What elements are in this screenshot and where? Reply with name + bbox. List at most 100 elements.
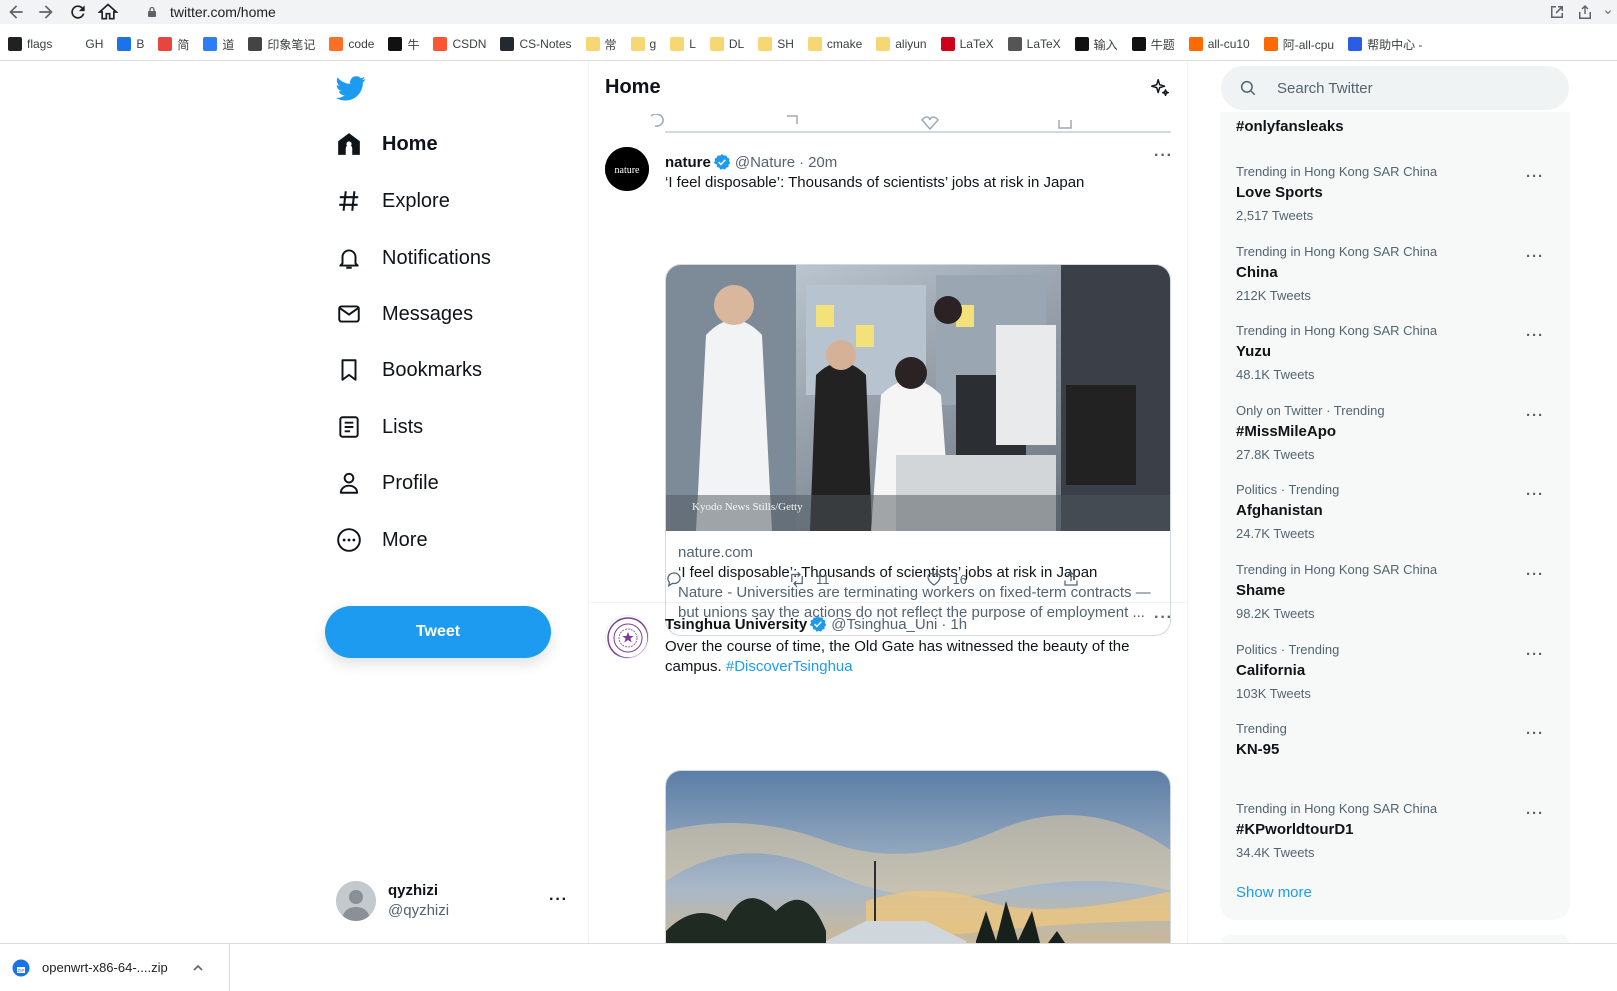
bookmark-item[interactable]: 印象笔记 bbox=[248, 36, 315, 53]
share-tweet-button[interactable] bbox=[1062, 570, 1090, 588]
tweet-timestamp[interactable]: 1h bbox=[950, 616, 967, 633]
trend-item[interactable]: Trending in Hong Kong SAR China China 212K… bbox=[1220, 244, 1570, 324]
nav-notifications[interactable]: Notifications bbox=[336, 238, 491, 278]
reply-button[interactable] bbox=[665, 570, 693, 588]
trend-more-icon[interactable]: ··· bbox=[1526, 248, 1544, 265]
tweet-text: ‘I feel disposable’: Thousands of scient… bbox=[665, 174, 1085, 191]
bookmark-item[interactable]: DL bbox=[709, 37, 744, 51]
account-more-icon[interactable]: ··· bbox=[549, 891, 568, 909]
bookmark-item[interactable]: 道 bbox=[203, 36, 234, 53]
tweet-author-handle[interactable]: @Nature bbox=[735, 154, 795, 171]
trend-more-icon[interactable]: ··· bbox=[1526, 168, 1544, 185]
trend-item[interactable]: Trending in Hong Kong SAR China Shame 98.2… bbox=[1220, 562, 1570, 642]
bookmark-label: all-cu10 bbox=[1207, 37, 1250, 51]
trend-more-icon[interactable]: ··· bbox=[1526, 407, 1544, 424]
trend-more-icon[interactable]: ··· bbox=[1526, 486, 1544, 503]
bookmark-item[interactable]: 简 bbox=[158, 36, 189, 53]
bookmark-item[interactable]: cmake bbox=[807, 37, 862, 51]
tweet-timestamp[interactable]: 20m bbox=[808, 154, 837, 171]
bookmark-item[interactable]: all-cu10 bbox=[1188, 37, 1250, 51]
trend-item[interactable]: Politics · Trending California 103K Tweets… bbox=[1220, 642, 1570, 722]
open-external-icon[interactable] bbox=[1548, 3, 1566, 21]
bookmark-item[interactable]: CSDN bbox=[433, 37, 486, 51]
tweet-nature[interactable]: nature nature @Nature · 20m ··· ‘I feel … bbox=[589, 131, 1187, 636]
bookmark-item[interactable]: LaTeX bbox=[1007, 37, 1061, 51]
bookmark-item[interactable]: 输入 bbox=[1074, 36, 1118, 53]
download-item[interactable]: ZIP openwrt-x86-64-....zip bbox=[0, 944, 230, 991]
bookmark-item[interactable]: GH bbox=[66, 37, 103, 51]
tweet-author-handle[interactable]: @Tsinghua_Uni bbox=[831, 616, 937, 633]
show-more-link[interactable]: Show more bbox=[1236, 884, 1312, 901]
bookmark-item[interactable]: aliyun bbox=[876, 37, 927, 51]
search-input[interactable] bbox=[1277, 79, 1557, 97]
bookmark-item[interactable]: 牛题 bbox=[1131, 36, 1175, 53]
chevron-up-icon[interactable] bbox=[192, 962, 204, 974]
hashtag-link[interactable]: #DiscoverTsinghua bbox=[726, 658, 853, 675]
tweet-separator: · bbox=[941, 615, 947, 633]
trend-context: Trending bbox=[1236, 721, 1287, 737]
bookmark-icon bbox=[585, 37, 600, 51]
nav-bookmarks[interactable]: Bookmarks bbox=[336, 350, 482, 390]
nav-home[interactable]: Home bbox=[336, 124, 438, 164]
tweet-button[interactable]: Tweet bbox=[325, 606, 551, 658]
trend-more-icon[interactable]: ··· bbox=[1526, 805, 1544, 822]
bookmark-item[interactable]: 阿-all-cpu bbox=[1263, 36, 1334, 53]
tweet-photo[interactable] bbox=[665, 770, 1171, 943]
reload-icon[interactable] bbox=[68, 2, 88, 22]
tweet-tsinghua[interactable]: Tsinghua University @Tsinghua_Uni · 1h ·… bbox=[589, 603, 1187, 943]
nav-explore[interactable]: Explore bbox=[336, 181, 450, 221]
bookmark-item[interactable]: g bbox=[630, 37, 656, 51]
forward-arrow-icon[interactable] bbox=[36, 2, 56, 22]
trend-item[interactable]: Trending in Hong Kong SAR China Yuzu 48.1K… bbox=[1220, 323, 1570, 403]
nav-more[interactable]: More bbox=[336, 520, 428, 560]
link-card[interactable] bbox=[665, 131, 1171, 133]
bookmark-item[interactable]: code bbox=[329, 37, 374, 51]
trend-more-icon[interactable]: ··· bbox=[1526, 327, 1544, 344]
bookmark-item[interactable]: 常 bbox=[585, 36, 617, 53]
trend-more-icon[interactable]: ··· bbox=[1526, 725, 1544, 742]
trend-item[interactable]: Politics · Trending Afghanistan 24.7K Twee… bbox=[1220, 482, 1570, 562]
timeline-header: Home bbox=[589, 61, 1187, 114]
bookmark-icon bbox=[433, 37, 448, 51]
bookmark-item[interactable]: 牛 bbox=[388, 36, 419, 53]
bookmark-item[interactable]: SH bbox=[758, 37, 794, 51]
like-button[interactable]: 16 bbox=[925, 570, 967, 588]
tweet-more-icon[interactable]: ··· bbox=[1154, 609, 1173, 627]
bookmark-item[interactable]: B bbox=[117, 37, 144, 51]
address-bar[interactable]: twitter.com/home bbox=[134, 0, 1520, 23]
tweet-author-name[interactable]: Tsinghua University bbox=[665, 616, 807, 633]
back-arrow-icon[interactable] bbox=[6, 2, 26, 22]
account-switcher[interactable]: qyzhizi @qyzhizi ··· bbox=[336, 877, 568, 925]
tweet-more-icon[interactable]: ··· bbox=[1154, 147, 1173, 165]
trends-panel: #onlyfansleaks Trending in Hong Kong SAR… bbox=[1220, 112, 1570, 920]
bookmark-item[interactable]: L bbox=[670, 37, 696, 51]
trend-name-partial[interactable]: #onlyfansleaks bbox=[1236, 118, 1344, 135]
tsinghua-avatar[interactable] bbox=[605, 615, 649, 659]
trend-item[interactable]: Only on Twitter · Trending #MissMileApo 27… bbox=[1220, 403, 1570, 483]
like-count: 16 bbox=[952, 571, 967, 587]
trend-more-icon[interactable]: ··· bbox=[1526, 646, 1544, 663]
sparkle-icon[interactable] bbox=[1149, 77, 1171, 99]
trend-item[interactable]: Trending KN-95 ··· bbox=[1220, 721, 1570, 801]
trend-more-icon[interactable]: ··· bbox=[1526, 566, 1544, 583]
home-browser-icon[interactable] bbox=[98, 2, 118, 22]
bookmark-item[interactable]: CS-Notes bbox=[500, 37, 572, 51]
nav-lists[interactable]: Lists bbox=[336, 407, 423, 447]
bookmark-item[interactable]: 帮助中心 - bbox=[1348, 36, 1422, 53]
nature-avatar[interactable]: nature bbox=[605, 147, 649, 191]
nav-profile[interactable]: Profile bbox=[336, 463, 439, 503]
twitter-bird-icon[interactable] bbox=[336, 73, 366, 103]
trend-item[interactable]: Trending in Hong Kong SAR China #KPworldt… bbox=[1220, 801, 1570, 881]
nav-messages[interactable]: Messages bbox=[336, 294, 473, 334]
bookmark-icon bbox=[117, 37, 132, 51]
retweet-button[interactable]: 11 bbox=[788, 570, 830, 588]
search-box[interactable] bbox=[1221, 66, 1569, 110]
bookmark-item[interactable]: LaTeX bbox=[940, 37, 994, 51]
bookmark-item[interactable]: flags bbox=[8, 37, 52, 51]
bookmark-icon bbox=[630, 37, 645, 51]
chevron-down-icon[interactable] bbox=[1604, 3, 1617, 21]
trend-item[interactable]: Trending in Hong Kong SAR China Love Spor… bbox=[1220, 164, 1570, 244]
tweet-author-name[interactable]: nature bbox=[665, 154, 711, 171]
home-icon bbox=[336, 131, 362, 157]
share-icon[interactable] bbox=[1576, 3, 1594, 21]
